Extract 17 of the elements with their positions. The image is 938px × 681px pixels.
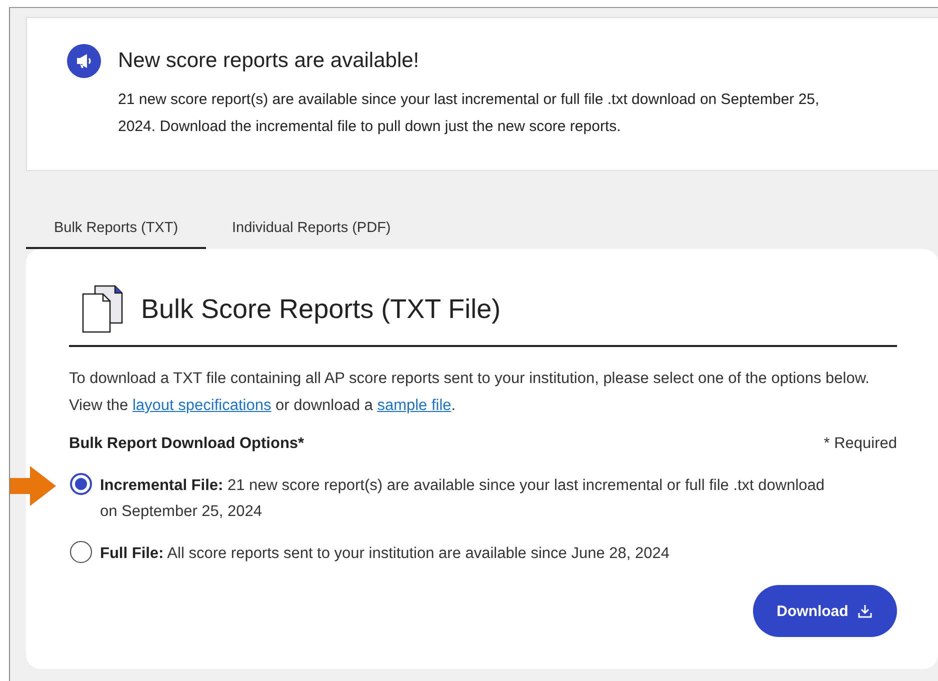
alert-title: New score reports are available! (118, 48, 420, 74)
download-icon (857, 603, 874, 619)
description-text: To download a TXT file containing all AP score reports sent to your institution, please select one of the options below. View the layout specifications or download a sample file. (69, 369, 870, 416)
option-text: Full File: All score reports sent to your institution are available since June 28, 2024 (100, 544, 670, 564)
link[interactable]: sample file (377, 397, 452, 414)
alert-message: 21 new score report(s) are available since your last incremental or full file .txt download on September 25, 2024. Download the incremental file to pull down just the new score reports. (118, 90, 820, 137)
download-button[interactable]: Download (753, 585, 897, 637)
link[interactable]: layout specifications (132, 397, 272, 414)
radio-button[interactable] (70, 541, 92, 563)
radio-button[interactable] (70, 473, 92, 495)
option-text: Incremental File: 21 new score report(s) are available since your last incremental or full file .txt download on September 25, 2024 (100, 476, 826, 522)
documents-icon (81, 285, 125, 333)
megaphone-icon (67, 44, 101, 78)
panel-title: Bulk Score Reports (TXT File) (141, 294, 501, 324)
tab[interactable]: Individual Reports (PDF) (206, 209, 417, 249)
required-note: * Required (824, 435, 897, 453)
options-label: Bulk Report Download Options* (69, 435, 304, 453)
